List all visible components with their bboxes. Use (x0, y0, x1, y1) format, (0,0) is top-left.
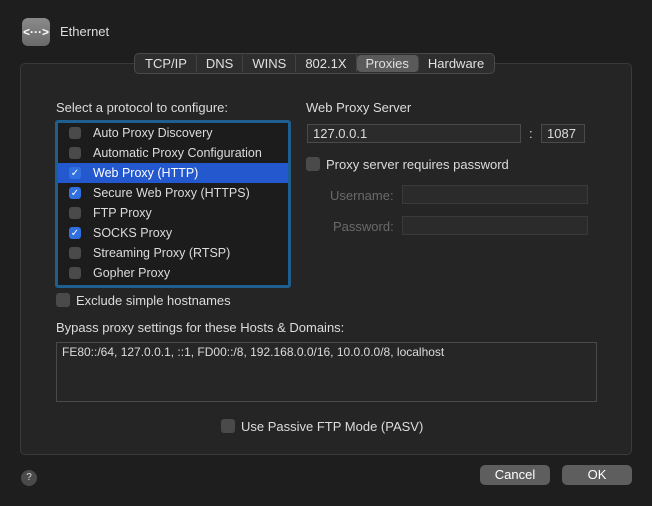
protocol-item[interactable]: Automatic Proxy Configuration (58, 143, 288, 163)
tab-tcpip[interactable]: TCP/IP (136, 55, 197, 72)
checkbox-icon[interactable] (69, 207, 81, 219)
checkbox-checked-icon[interactable]: ✓ (69, 187, 81, 199)
passive-ftp-checkbox[interactable]: Use Passive FTP Mode (PASV) (221, 419, 423, 434)
protocol-item[interactable]: ✓ SOCKS Proxy (58, 223, 288, 243)
protocol-list[interactable]: Auto Proxy Discovery Automatic Proxy Conf… (55, 120, 291, 288)
protocol-item[interactable]: Gopher Proxy (58, 263, 288, 283)
ethernet-icon: <···> (22, 18, 50, 46)
protocol-label: Gopher Proxy (93, 266, 171, 280)
exclude-hostnames-label: Exclude simple hostnames (76, 293, 231, 308)
exclude-hostnames-checkbox[interactable]: Exclude simple hostnames (56, 293, 231, 308)
checkbox-checked-icon[interactable]: ✓ (69, 167, 81, 179)
username-input[interactable] (402, 185, 588, 204)
tab-8021x[interactable]: 802.1X (296, 55, 357, 72)
protocol-label: Secure Web Proxy (HTTPS) (93, 186, 250, 200)
ok-button[interactable]: OK (562, 465, 632, 485)
protocol-label: Streaming Proxy (RTSP) (93, 246, 231, 260)
protocol-item[interactable]: FTP Proxy (58, 203, 288, 223)
password-required-checkbox[interactable]: Proxy server requires password (306, 157, 509, 172)
password-label: Password: (333, 219, 394, 234)
checkbox-icon (221, 419, 235, 433)
checkbox-icon (306, 157, 320, 171)
proxy-host-input[interactable]: 127.0.0.1 (307, 124, 521, 143)
tab-hardware[interactable]: Hardware (419, 55, 493, 72)
tab-wins[interactable]: WINS (243, 55, 297, 72)
password-input[interactable] (402, 216, 588, 235)
protocol-item[interactable]: Auto Proxy Discovery (58, 123, 288, 143)
tab-proxies[interactable]: Proxies (356, 55, 419, 72)
checkbox-checked-icon[interactable]: ✓ (69, 227, 81, 239)
protocol-label: Auto Proxy Discovery (93, 126, 213, 140)
proxy-port-input[interactable]: 1087 (541, 124, 585, 143)
tab-bar: TCP/IP DNS WINS 802.1X Proxies Hardware (134, 53, 496, 74)
protocol-item[interactable]: Streaming Proxy (RTSP) (58, 243, 288, 263)
bypass-textarea[interactable]: FE80::/64, 127.0.0.1, ::1, FD00::/8, 192… (56, 342, 597, 402)
checkbox-icon (56, 293, 70, 307)
help-button[interactable]: ? (21, 470, 37, 486)
protocol-label: Automatic Proxy Configuration (93, 146, 262, 160)
protocol-label: FTP Proxy (93, 206, 152, 220)
cancel-button[interactable]: Cancel (480, 465, 550, 485)
protocol-label: SOCKS Proxy (93, 226, 173, 240)
window-title: Ethernet (60, 24, 110, 39)
port-separator: : (529, 126, 533, 141)
server-label: Web Proxy Server (306, 100, 412, 115)
protocol-label: Web Proxy (HTTP) (93, 166, 199, 180)
protocol-label: Select a protocol to configure: (56, 100, 228, 115)
checkbox-icon[interactable] (69, 127, 81, 139)
passive-ftp-label: Use Passive FTP Mode (PASV) (241, 419, 424, 434)
tab-dns[interactable]: DNS (197, 55, 244, 72)
protocol-item[interactable]: ✓ Secure Web Proxy (HTTPS) (58, 183, 288, 203)
checkbox-icon[interactable] (69, 267, 81, 279)
checkbox-icon[interactable] (69, 147, 81, 159)
username-label: Username: (330, 188, 394, 203)
checkbox-icon[interactable] (69, 247, 81, 259)
password-required-label: Proxy server requires password (326, 157, 509, 172)
bypass-label: Bypass proxy settings for these Hosts & … (56, 320, 345, 335)
protocol-item[interactable]: ✓ Web Proxy (HTTP) (58, 163, 288, 183)
